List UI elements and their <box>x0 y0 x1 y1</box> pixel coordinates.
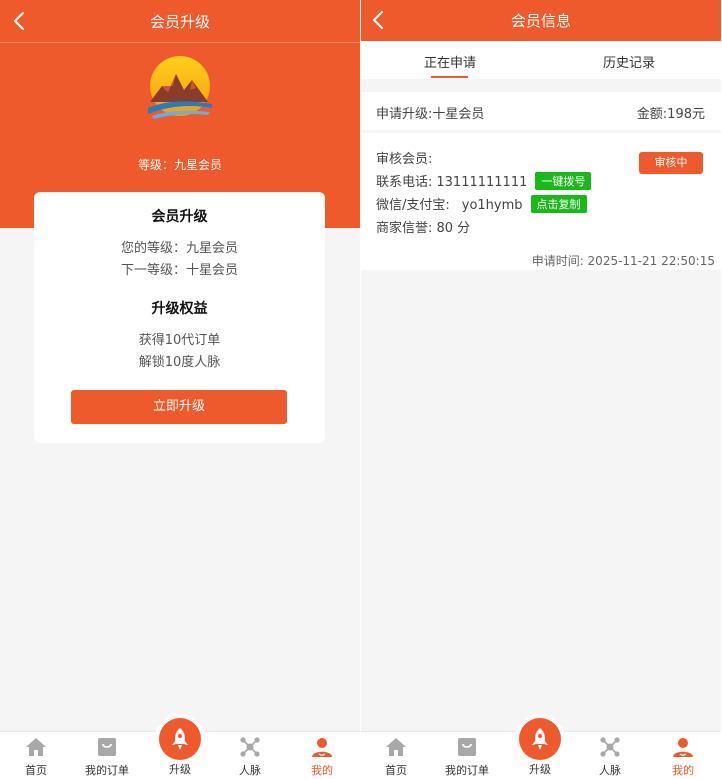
phone-value: 13111111111 <box>436 175 528 190</box>
top-bar: 会员升级 <box>0 0 360 43</box>
nav-home-label: 首页 <box>385 764 407 777</box>
next-level-text: 下一等级：十星会员 <box>120 263 238 278</box>
home-icon <box>26 738 46 756</box>
nav-mine[interactable]: 我的 <box>653 732 713 779</box>
wechat-label: 微信/支付宝: <box>376 198 450 213</box>
request-detail-card: 审核会员: 联系电话: 13111111111 一键拨号 微信/支付宝: yo1hym… <box>361 133 721 270</box>
current-level-text: 等级：九星会员 <box>137 158 222 172</box>
nav-network[interactable]: 人脉 <box>220 732 280 779</box>
tab-applying[interactable]: 正在申请 <box>390 52 510 71</box>
page-title: 会员升级 <box>149 13 210 31</box>
nav-orders[interactable]: 我的订单 <box>437 732 497 779</box>
page-title: 会员信息 <box>510 12 571 30</box>
nav-mine[interactable]: 我的 <box>292 732 352 779</box>
call-button[interactable]: 一键拨号 <box>535 172 592 190</box>
benefits-heading: 升级权益 <box>151 301 208 317</box>
member-upgrade-screen: 会员升级 等级：九星会员 会员升级 您的等级：九星会员 下一等级：十星会员 升级… <box>0 0 360 779</box>
nav-mine-label: 我的 <box>311 764 333 777</box>
nav-upgrade-button[interactable] <box>519 718 561 760</box>
benefit-orders-text: 获得10代订单 <box>138 333 221 348</box>
nav-mine-label: 我的 <box>672 764 694 777</box>
network-icon <box>240 737 260 757</box>
user-icon <box>673 738 693 757</box>
benefit-network-text: 解锁10度人脉 <box>138 355 221 370</box>
nav-upgrade-label: 升级 <box>529 763 551 776</box>
tab-bar: 正在申请 历史记录 <box>361 41 721 79</box>
nav-home[interactable]: 首页 <box>6 732 66 779</box>
member-info-screen: 会员信息 正在申请 历史记录 申请升级:十星会员 金额:198元 审核会员: 联… <box>361 0 721 779</box>
member-upgrade-heading: 会员升级 <box>151 209 208 225</box>
credit-text: 商家信誉: 80 分 <box>376 221 471 236</box>
phone-row: 联系电话: 13111111111 一键拨号 <box>376 171 592 190</box>
reviewer-label: 审核会员: <box>376 152 433 167</box>
shopping-bag-icon <box>98 738 116 756</box>
amount-text: 金额:198元 <box>636 107 705 122</box>
requested-level-text: 申请升级:十星会员 <box>376 107 485 122</box>
nav-home-label: 首页 <box>25 764 47 777</box>
under-review-button[interactable]: 审核中 <box>639 152 703 174</box>
copy-button[interactable]: 点击复制 <box>530 195 587 213</box>
nav-home[interactable]: 首页 <box>366 732 426 779</box>
nav-orders-label: 我的订单 <box>445 764 489 777</box>
phone-label: 联系电话: <box>376 175 433 190</box>
apply-time-text: 申请时间: 2025-11-21 22:50:15 <box>531 254 715 268</box>
nav-network-label: 人脉 <box>239 764 261 777</box>
wechat-row: 微信/支付宝: yo1hymb 点击复制 <box>376 194 587 213</box>
rocket-icon <box>532 728 548 750</box>
request-summary-row: 申请升级:十星会员 金额:198元 <box>361 92 721 130</box>
mountain-logo-icon <box>148 56 212 119</box>
your-level-text: 您的等级：九星会员 <box>120 241 238 256</box>
shopping-bag-icon <box>458 738 476 756</box>
nav-network-label: 人脉 <box>599 764 621 777</box>
nav-orders[interactable]: 我的订单 <box>77 732 137 779</box>
top-bar: 会员信息 <box>361 0 721 41</box>
nav-network[interactable]: 人脉 <box>580 732 640 779</box>
user-icon <box>312 738 332 757</box>
active-tab-underline <box>431 76 468 78</box>
upgrade-card: 会员升级 您的等级：九星会员 下一等级：十星会员 升级权益 获得10代订单 解锁… <box>34 192 325 443</box>
tab-history[interactable]: 历史记录 <box>569 52 689 71</box>
home-icon <box>386 738 406 756</box>
rocket-icon <box>172 728 188 750</box>
upgrade-now-button[interactable]: 立即升级 <box>71 390 287 424</box>
wechat-value: yo1hymb <box>461 198 523 213</box>
nav-orders-label: 我的订单 <box>85 764 129 777</box>
nav-upgrade-button[interactable] <box>159 718 201 760</box>
nav-upgrade-label: 升级 <box>169 763 191 776</box>
network-icon <box>600 737 620 757</box>
